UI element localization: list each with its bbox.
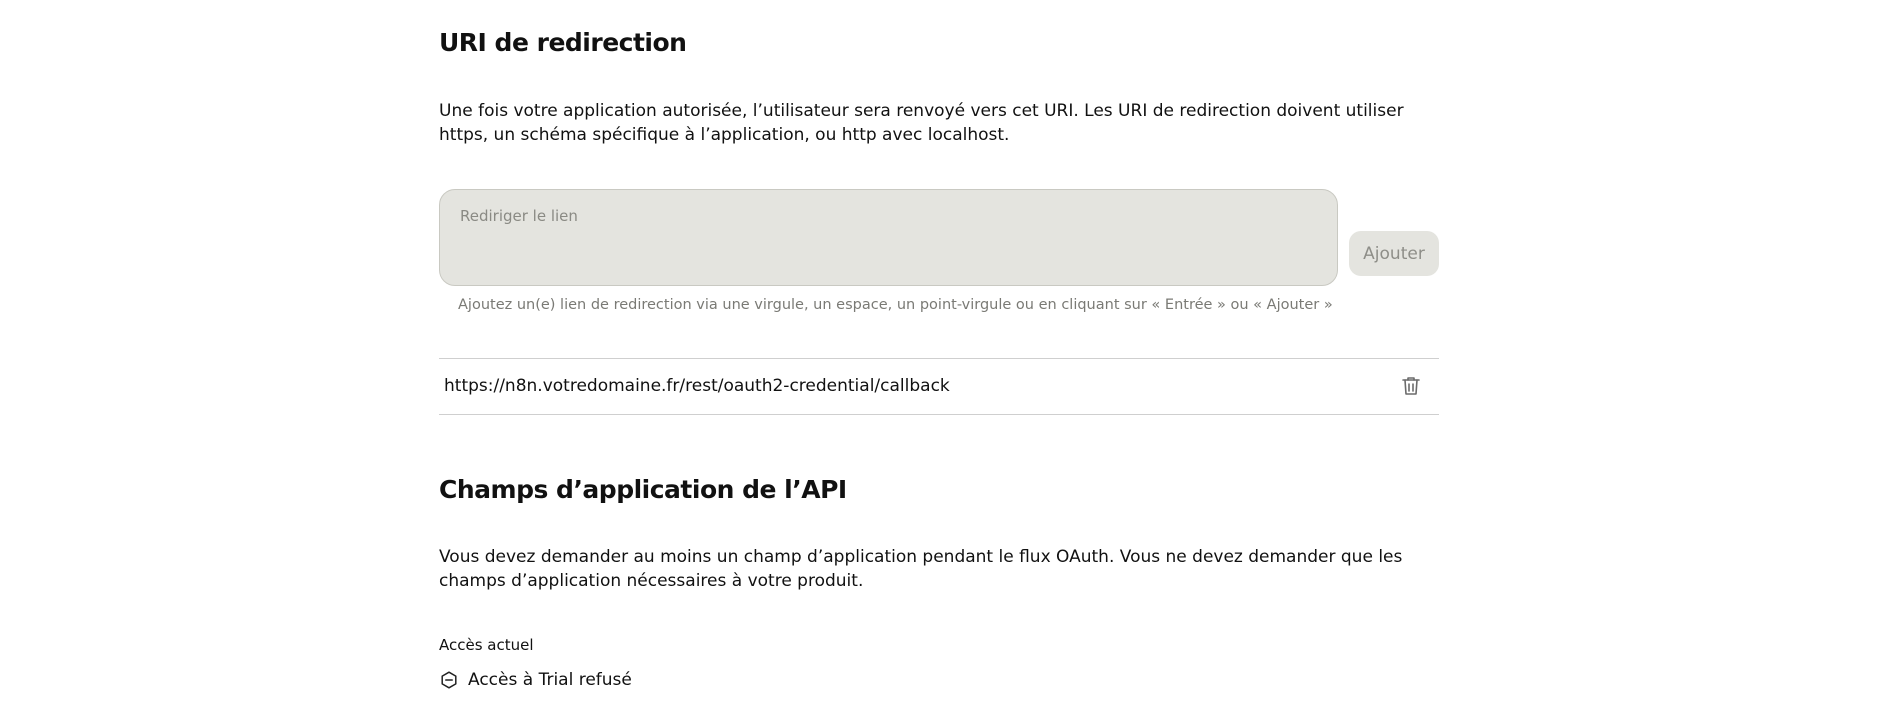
redirect-section-description: Une fois votre application autorisée, l’…	[439, 101, 1404, 145]
current-access-label: Accès actuel	[439, 636, 534, 654]
trash-icon[interactable]	[1399, 374, 1423, 398]
redirect-uri-text: https://n8n.votredomaine.fr/rest/oauth2-…	[444, 376, 950, 396]
scopes-section-title: Champs d’application de l’API	[439, 475, 847, 504]
redirect-link-placeholder: Rediriger le lien	[460, 207, 578, 225]
current-access-status: Accès à Trial refusé	[439, 668, 632, 692]
add-redirect-button[interactable]: Ajouter	[1349, 231, 1439, 276]
redirect-input-hint: Ajoutez un(e) lien de redirection via un…	[458, 297, 1333, 313]
denied-icon	[439, 670, 459, 690]
scopes-section-description: Vous devez demander au moins un champ d’…	[439, 547, 1403, 591]
redirect-link-input[interactable]: Rediriger le lien	[439, 189, 1338, 286]
redirect-uri-row: https://n8n.votredomaine.fr/rest/oauth2-…	[439, 358, 1439, 415]
redirect-section-title: URI de redirection	[439, 28, 687, 57]
current-access-value: Accès à Trial refusé	[468, 670, 632, 690]
